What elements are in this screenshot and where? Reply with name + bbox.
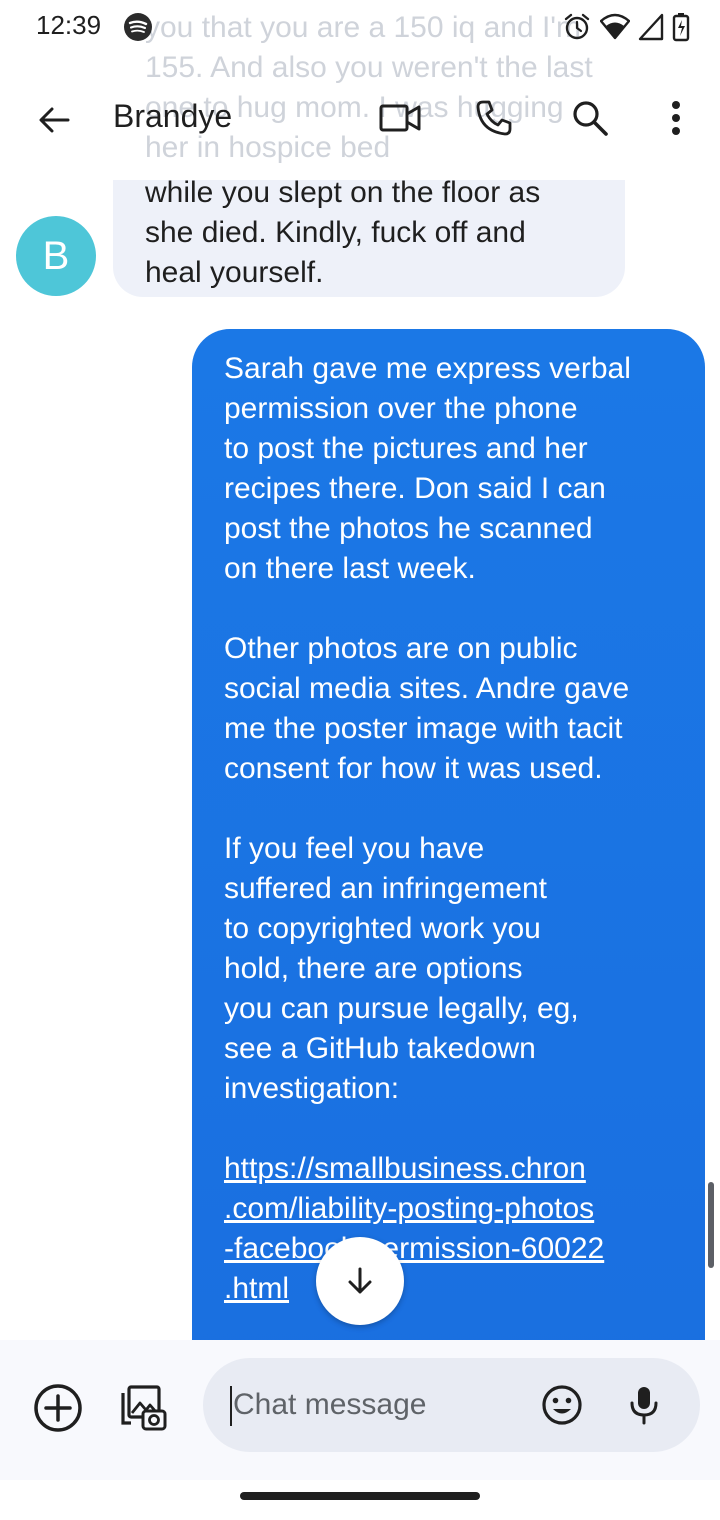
- message-field[interactable]: [203, 1358, 700, 1452]
- search-icon: [573, 101, 608, 136]
- battery-icon: [672, 13, 690, 42]
- gesture-navigation-bar[interactable]: [240, 1492, 480, 1500]
- phone-icon: [476, 100, 512, 136]
- mic-icon: [630, 1387, 658, 1425]
- outgoing-paragraph: If you feel you have suffered an infring…: [224, 832, 579, 1105]
- wifi-icon: [600, 13, 630, 40]
- back-button[interactable]: [28, 94, 80, 146]
- avatar[interactable]: B: [16, 216, 96, 296]
- video-call-button[interactable]: [372, 92, 428, 144]
- avatar-initial: B: [42, 233, 70, 278]
- scrollbar[interactable]: [708, 1182, 714, 1268]
- gallery-icon: [121, 1385, 167, 1431]
- outgoing-paragraph: Other photos are on public social media …: [224, 632, 630, 785]
- message-input[interactable]: [233, 1358, 523, 1452]
- emoji-icon: [542, 1385, 582, 1425]
- outgoing-paragraph: [224, 789, 679, 829]
- incoming-message-text: while you slept on the floor as she died…: [145, 180, 541, 289]
- outgoing-paragraph: [224, 589, 679, 629]
- emoji-button[interactable]: [537, 1380, 587, 1430]
- status-time: 12:39: [36, 10, 102, 40]
- more-vert-icon: [672, 101, 680, 135]
- outgoing-bubble[interactable]: Sarah gave me express verbal permission …: [192, 329, 705, 1340]
- search-button[interactable]: [562, 92, 618, 144]
- video-call-icon: [379, 104, 421, 132]
- contact-name[interactable]: Brandye: [113, 98, 232, 135]
- gallery-button[interactable]: [114, 1380, 170, 1436]
- scroll-to-bottom-button[interactable]: [316, 1237, 404, 1325]
- more-options-button[interactable]: [650, 92, 702, 144]
- outgoing-paragraph: Sarah gave me express verbal permission …: [224, 352, 631, 585]
- incoming-bubble[interactable]: while you slept on the floor as she died…: [113, 180, 625, 297]
- message-list[interactable]: while you slept on the floor as she died…: [0, 180, 720, 1340]
- status-bar: 12:39: [0, 0, 720, 56]
- conversation-header: Brandye: [0, 70, 720, 166]
- arrow-down-icon: [348, 1267, 372, 1294]
- voice-input-button[interactable]: [619, 1380, 669, 1430]
- alarm-icon: [564, 13, 590, 40]
- add-circle-icon: [34, 1384, 82, 1432]
- add-attachment-button[interactable]: [30, 1380, 86, 1436]
- status-icons: [562, 10, 690, 44]
- voice-call-button[interactable]: [466, 92, 522, 144]
- spotify-icon: [124, 13, 152, 41]
- back-arrow-icon: [39, 107, 70, 133]
- composer: [0, 1340, 720, 1480]
- signal-icon: [638, 13, 664, 41]
- text-cursor: [230, 1386, 232, 1426]
- message-link[interactable]: https://smallbusiness.chron .com/liabili…: [224, 1149, 679, 1309]
- outgoing-paragraph: [224, 1109, 679, 1149]
